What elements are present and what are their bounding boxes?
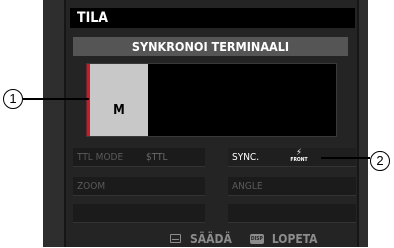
menu-ok-icon	[170, 234, 181, 243]
page-title: TILA	[70, 8, 355, 28]
footer-bar: SÄÄDÄ DISP LOPETA	[170, 229, 318, 247]
sync-label: SYNC.	[232, 152, 260, 163]
angle-field[interactable]: ANGLE	[228, 177, 356, 196]
section-header: SYNKRONOI TERMINAALI	[73, 37, 348, 56]
flash-mode-tile[interactable]: M	[87, 64, 148, 136]
callout-1-leader	[23, 98, 89, 100]
callout-2: 2	[370, 151, 390, 171]
zoom-label: ZOOM	[77, 181, 106, 192]
screen-bezel-left	[43, 0, 66, 247]
empty-field-right	[228, 204, 356, 223]
ttl-mode-value: $TTL	[146, 152, 168, 163]
flash-mode-label: M	[113, 103, 125, 118]
screen-bezel-right	[357, 0, 368, 247]
ttl-mode-label: TTL MODE	[77, 152, 124, 163]
zoom-field[interactable]: ZOOM	[73, 177, 205, 196]
angle-label: ANGLE	[232, 181, 263, 192]
disp-back-icon: DISP	[249, 233, 264, 244]
adjust-label[interactable]: SÄÄDÄ	[190, 230, 232, 248]
callout-2-leader	[321, 157, 370, 159]
exit-label[interactable]: LOPETA	[272, 230, 318, 248]
front-caption: FRONT	[290, 157, 308, 163]
flash-front-curtain-icon: ⚡ FRONT	[288, 149, 310, 166]
empty-field-left	[73, 204, 205, 223]
ttl-mode-field[interactable]: TTL MODE $TTL	[73, 148, 205, 167]
callout-1: 1	[3, 89, 23, 109]
